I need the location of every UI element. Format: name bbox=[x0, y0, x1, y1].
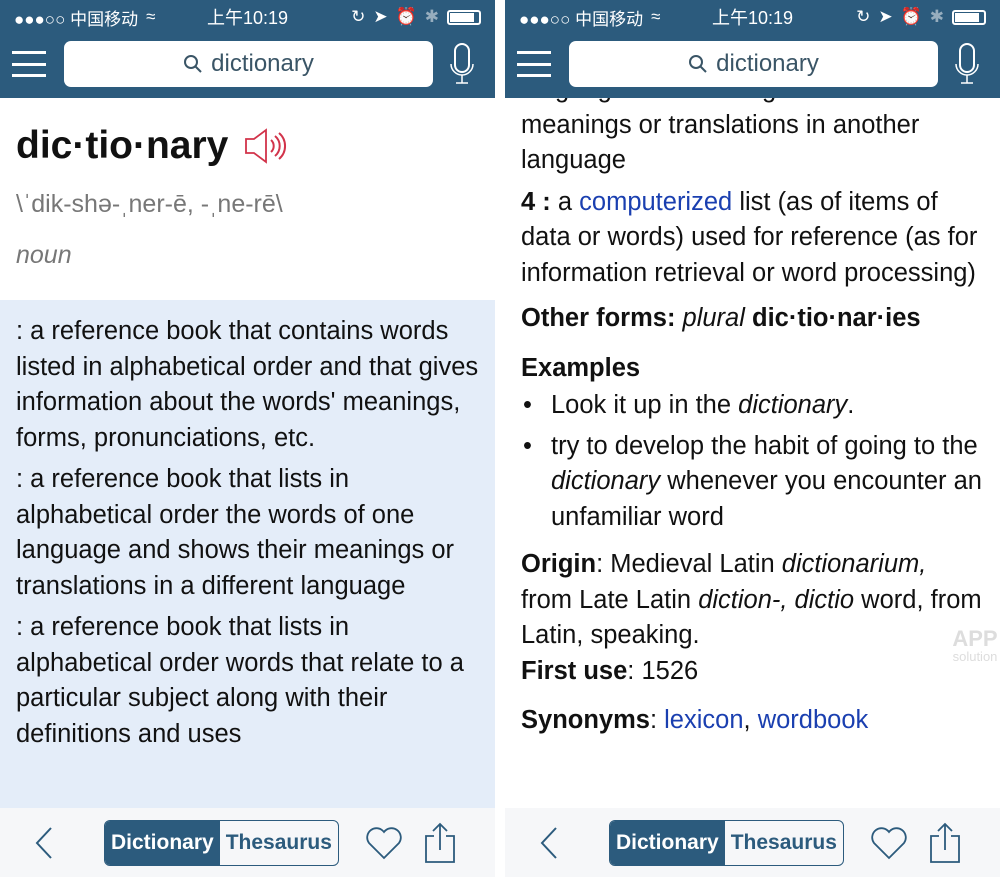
search-input[interactable]: dictionary bbox=[569, 41, 938, 87]
battery-icon bbox=[952, 9, 986, 25]
link-computerized[interactable]: computerized bbox=[579, 188, 732, 216]
example-item: try to develop the habit of going to the… bbox=[521, 429, 984, 536]
status-bar: ●●●○○ 中国移动 ≈ 上午10:19 ↻ ➤ ⏰ ✱ bbox=[0, 0, 495, 34]
first-use: First use: 1526 bbox=[521, 656, 699, 685]
back-icon[interactable] bbox=[539, 826, 559, 860]
back-icon[interactable] bbox=[34, 826, 54, 860]
definition-4: 4 : a computerized list (as of items of … bbox=[521, 187, 978, 287]
share-icon[interactable] bbox=[928, 822, 962, 864]
bluetooth-icon: ✱ bbox=[424, 7, 439, 26]
heart-icon[interactable] bbox=[870, 825, 908, 861]
tab-thesaurus[interactable]: Thesaurus bbox=[220, 821, 338, 865]
search-value: dictionary bbox=[716, 50, 819, 77]
clock: 上午10:19 bbox=[206, 8, 289, 28]
clock: 上午10:19 bbox=[711, 8, 794, 28]
phone-screen-entry: ●●●○○ 中国移动 ≈ 上午10:19 ↻ ➤ ⏰ ✱ dictionary dic… bbox=[0, 0, 495, 877]
definition: : a reference book that contains words l… bbox=[16, 317, 479, 452]
search-input[interactable]: dictionary bbox=[64, 41, 433, 87]
synonyms: Synonyms: lexicon, wordbook bbox=[521, 706, 869, 734]
definitions: : a reference book that contains words l… bbox=[0, 300, 495, 808]
entry-content[interactable]: dic·tio·nary \ˈdik-shə-ˌner-ē, -ˌne-rē\ … bbox=[0, 98, 495, 808]
tab-thesaurus[interactable]: Thesaurus bbox=[725, 821, 843, 865]
other-forms: Other forms: plural dic·tio·nar·ies bbox=[521, 304, 921, 332]
example-item: Look it up in the dictionary. bbox=[521, 388, 984, 424]
synonym-link[interactable]: lexicon bbox=[664, 706, 743, 734]
search-icon bbox=[689, 55, 707, 73]
definition: : a reference book that lists in alphabe… bbox=[16, 613, 464, 748]
dictionary-thesaurus-toggle[interactable]: Dictionary Thesaurus bbox=[104, 819, 339, 866]
heart-icon[interactable] bbox=[365, 825, 403, 861]
menu-icon[interactable] bbox=[517, 51, 551, 77]
microphone-icon[interactable] bbox=[441, 42, 483, 86]
app-header: ●●●○○ 中国移动 ≈ 上午10:19 ↻ ➤ ⏰ ✱ dictionary bbox=[0, 0, 495, 98]
tab-dictionary[interactable]: Dictionary bbox=[105, 820, 220, 865]
battery-icon bbox=[447, 9, 481, 25]
search-icon bbox=[184, 55, 202, 73]
examples: Examples Look it up in the dictionary. t… bbox=[521, 351, 984, 536]
pronunciation: \ˈdik-shə-ˌner-ē, -ˌne-rē\ bbox=[16, 190, 283, 218]
part-of-speech: noun bbox=[16, 241, 72, 269]
headword: dic·tio·nary bbox=[16, 124, 229, 167]
examples-heading: Examples bbox=[521, 353, 641, 382]
bottom-toolbar: Dictionary Thesaurus bbox=[505, 808, 1000, 877]
dictionary-thesaurus-toggle[interactable]: Dictionary Thesaurus bbox=[609, 819, 844, 866]
entry-content[interactable]: language and showing their meanings or t… bbox=[505, 90, 1000, 808]
phone-screen-details: ●●●○○ 中国移动 ≈ 上午10:19 ↻➤⏰✱ dictionary lan… bbox=[505, 0, 1000, 877]
search-value: dictionary bbox=[211, 50, 314, 77]
tab-dictionary[interactable]: Dictionary bbox=[610, 820, 725, 865]
app-header: ●●●○○ 中国移动 ≈ 上午10:19 ↻ ➤ ⏰ ✱ dictionary bbox=[505, 0, 1000, 98]
bottom-toolbar: Dictionary Thesaurus bbox=[0, 808, 495, 877]
origin: Origin: Medieval Latin dictionarium, fro… bbox=[521, 550, 982, 649]
speaker-icon[interactable] bbox=[244, 128, 288, 164]
definition-3-tail: meanings or translations in another lang… bbox=[521, 110, 920, 175]
synonym-link[interactable]: wordbook bbox=[758, 706, 869, 734]
bluetooth-icon: ✱ bbox=[929, 7, 944, 26]
definition: : a reference book that lists in alphabe… bbox=[16, 465, 455, 600]
microphone-icon[interactable] bbox=[946, 42, 988, 86]
share-icon[interactable] bbox=[423, 822, 457, 864]
menu-icon[interactable] bbox=[12, 51, 46, 77]
status-bar: ●●●○○ 中国移动 ≈ 上午10:19 ↻ ➤ ⏰ ✱ bbox=[505, 0, 1000, 34]
